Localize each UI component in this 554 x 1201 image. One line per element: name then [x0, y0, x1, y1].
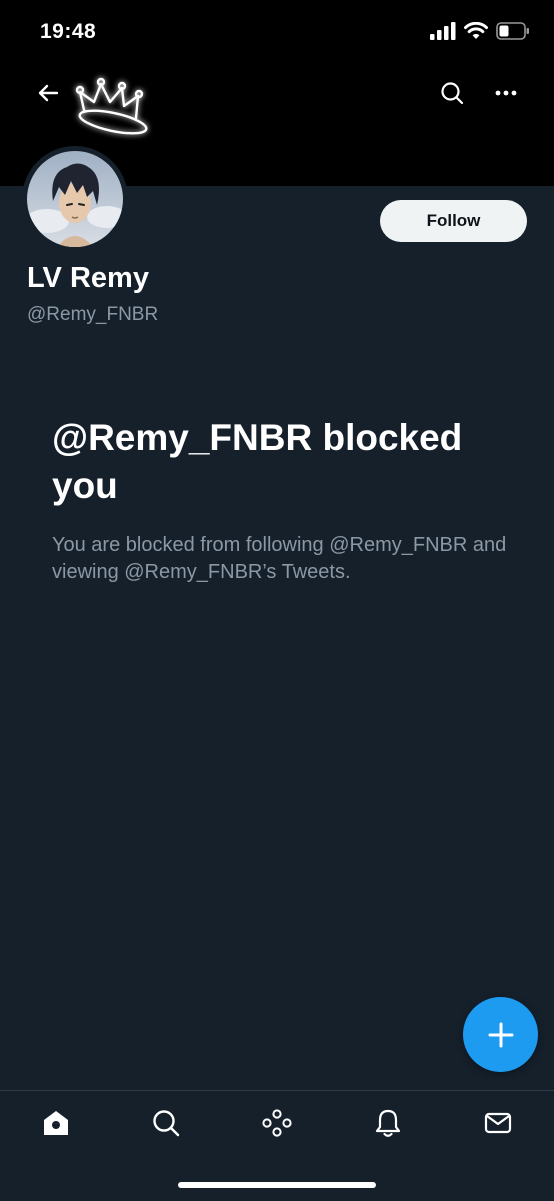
profile-handle: @Remy_FNBR [27, 304, 159, 325]
display-name: LV Remy [27, 262, 149, 294]
back-arrow-icon [38, 84, 59, 102]
more-button[interactable] [484, 71, 528, 115]
more-icon [495, 90, 517, 96]
home-icon [44, 1111, 68, 1135]
blocked-title: @Remy_FNBR blocked you [52, 417, 463, 506]
search-button[interactable] [430, 71, 474, 115]
follow-button[interactable]: Follow [380, 200, 527, 242]
wifi-icon [464, 21, 488, 45]
back-button[interactable] [26, 71, 70, 115]
tab-messages[interactable] [468, 1101, 528, 1145]
status-bar: 19:48 [0, 0, 554, 64]
spaces-icon [262, 1109, 292, 1137]
signal-icon [430, 22, 456, 45]
home-indicator [178, 1182, 376, 1188]
mail-icon [484, 1112, 512, 1134]
battery-icon [496, 22, 530, 45]
tab-spaces[interactable] [247, 1101, 307, 1145]
tab-notifications[interactable] [358, 1101, 418, 1145]
bell-icon [375, 1109, 401, 1137]
blocked-description: You are blocked from following @Remy_FNB… [52, 534, 507, 583]
plus-icon [488, 1022, 513, 1047]
avatar[interactable] [22, 146, 128, 252]
search-icon [441, 82, 464, 105]
tab-home[interactable] [26, 1101, 86, 1145]
status-icons [430, 21, 530, 45]
status-time: 19:48 [40, 20, 97, 43]
compose-button[interactable] [463, 997, 538, 1072]
tab-search[interactable] [136, 1101, 196, 1145]
avatar-image [27, 151, 123, 247]
search-icon [153, 1110, 180, 1137]
